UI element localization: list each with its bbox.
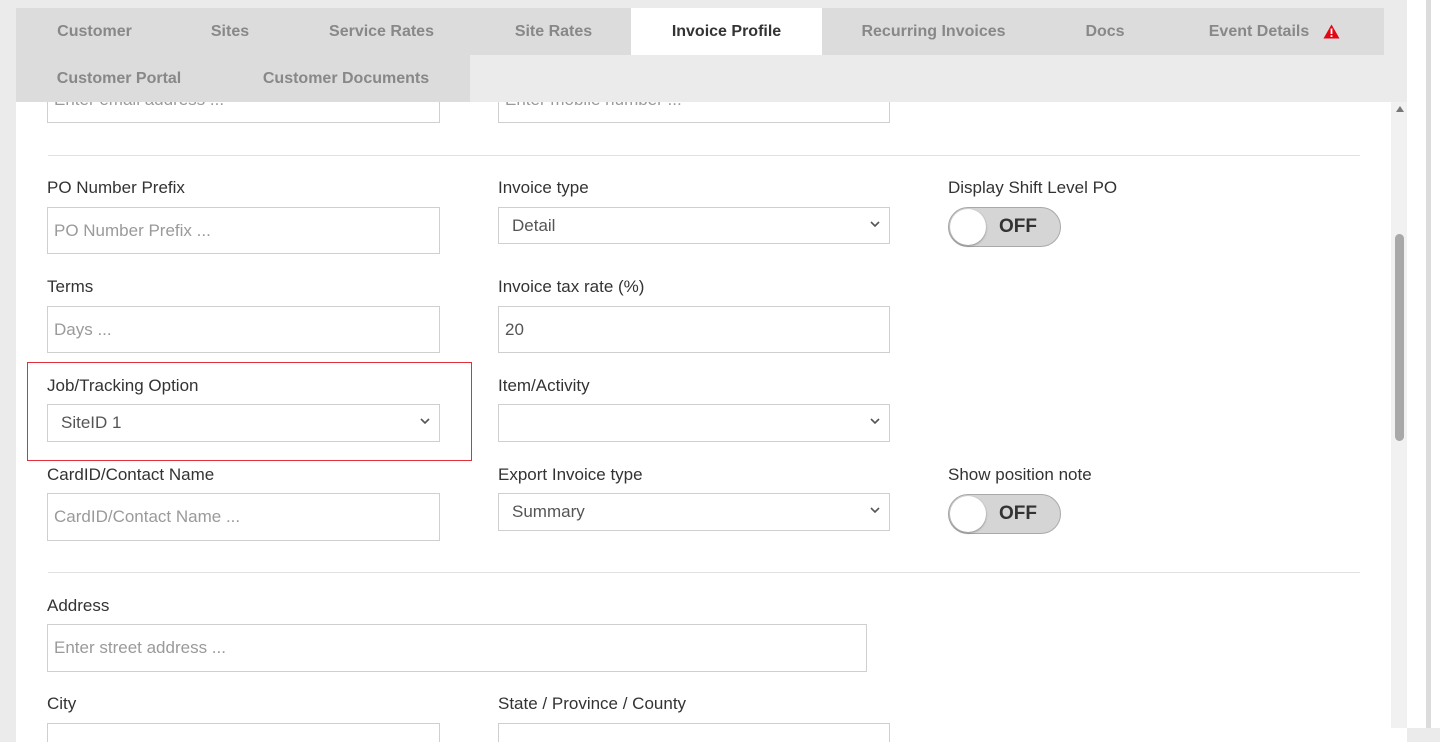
tab-site-rates[interactable]: Site Rates — [476, 8, 631, 55]
tab-customer[interactable]: Customer — [16, 8, 173, 55]
mobile-input[interactable] — [498, 102, 890, 123]
invoice-type-label: Invoice type — [498, 178, 589, 197]
tax-rate-input[interactable] — [498, 306, 890, 353]
chevron-down-icon — [870, 507, 880, 514]
tab-recurring-invoices[interactable]: Recurring Invoices — [822, 8, 1045, 55]
card-id-label: CardID/Contact Name — [47, 465, 215, 484]
tab-label: Event Details — [1208, 22, 1310, 40]
tab-bar: Customer Sites Service Rates Site Rates … — [16, 8, 1384, 102]
card-id-input[interactable] — [47, 493, 440, 541]
tab-invoice-profile[interactable]: Invoice Profile — [631, 8, 822, 55]
item-activity-label: Item/Activity — [498, 376, 590, 395]
export-type-select[interactable]: Summary — [498, 493, 890, 531]
tab-label: Customer Portal — [56, 69, 182, 87]
tab-event-details[interactable]: Event Details — [1165, 8, 1384, 55]
tab-label: Recurring Invoices — [861, 22, 1006, 40]
email-input[interactable] — [47, 102, 440, 123]
item-activity-select[interactable] — [498, 404, 890, 442]
toggle-state: OFF — [999, 216, 1037, 237]
job-tracking-select[interactable]: SiteID 1 — [47, 404, 440, 442]
tab-customer-documents[interactable]: Customer Documents — [222, 55, 470, 102]
export-type-value: Summary — [512, 502, 585, 521]
invoice-type-value: Detail — [512, 215, 556, 235]
section-divider — [48, 155, 1360, 156]
position-note-label: Show position note — [948, 465, 1092, 484]
terms-input[interactable] — [47, 306, 440, 353]
chevron-down-icon — [420, 418, 430, 425]
scroll-up-arrow-icon[interactable] — [1395, 105, 1405, 113]
shift-po-toggle[interactable]: OFF — [948, 207, 1061, 247]
state-input[interactable] — [498, 723, 890, 742]
window-edge — [1426, 0, 1431, 728]
warning-triangle-icon — [1323, 24, 1340, 39]
tab-service-rates[interactable]: Service Rates — [287, 8, 476, 55]
scrollbar-thumb[interactable] — [1395, 234, 1404, 441]
tab-label: Invoice Profile — [671, 22, 782, 40]
chevron-down-icon — [870, 220, 880, 227]
page-gutter — [1407, 0, 1440, 728]
export-type-label: Export Invoice type — [498, 465, 643, 484]
job-tracking-label: Job/Tracking Option — [47, 376, 199, 395]
job-tracking-value: SiteID 1 — [61, 413, 122, 432]
invoice-profile-panel: PO Number Prefix Invoice type Detail Dis… — [16, 102, 1407, 742]
po-prefix-input[interactable] — [47, 207, 440, 254]
address-input[interactable] — [47, 624, 867, 672]
tab-label: Site Rates — [514, 22, 593, 40]
toggle-knob — [950, 209, 986, 245]
tab-label: Docs — [1085, 22, 1125, 40]
toggle-knob — [950, 496, 986, 532]
tax-rate-label: Invoice tax rate (%) — [498, 277, 645, 296]
tab-label: Customer — [57, 22, 132, 40]
state-label: State / Province / County — [498, 694, 687, 713]
tab-docs[interactable]: Docs — [1045, 8, 1165, 55]
tab-customer-portal[interactable]: Customer Portal — [16, 55, 222, 102]
address-label: Address — [47, 596, 110, 615]
invoice-type-select[interactable]: Detail — [498, 207, 890, 244]
city-label: City — [47, 694, 77, 713]
terms-label: Terms — [47, 277, 94, 296]
tab-sites[interactable]: Sites — [173, 8, 287, 55]
position-note-toggle[interactable]: OFF — [948, 494, 1061, 534]
po-prefix-label: PO Number Prefix — [47, 178, 185, 197]
toggle-state: OFF — [999, 503, 1037, 524]
chevron-down-icon — [870, 418, 880, 425]
shift-po-label: Display Shift Level PO — [948, 178, 1118, 197]
tab-label: Sites — [210, 22, 250, 40]
city-input[interactable] — [47, 723, 440, 742]
tab-label: Customer Documents — [262, 69, 430, 87]
tab-label: Service Rates — [329, 22, 434, 40]
section-divider — [48, 572, 1360, 573]
